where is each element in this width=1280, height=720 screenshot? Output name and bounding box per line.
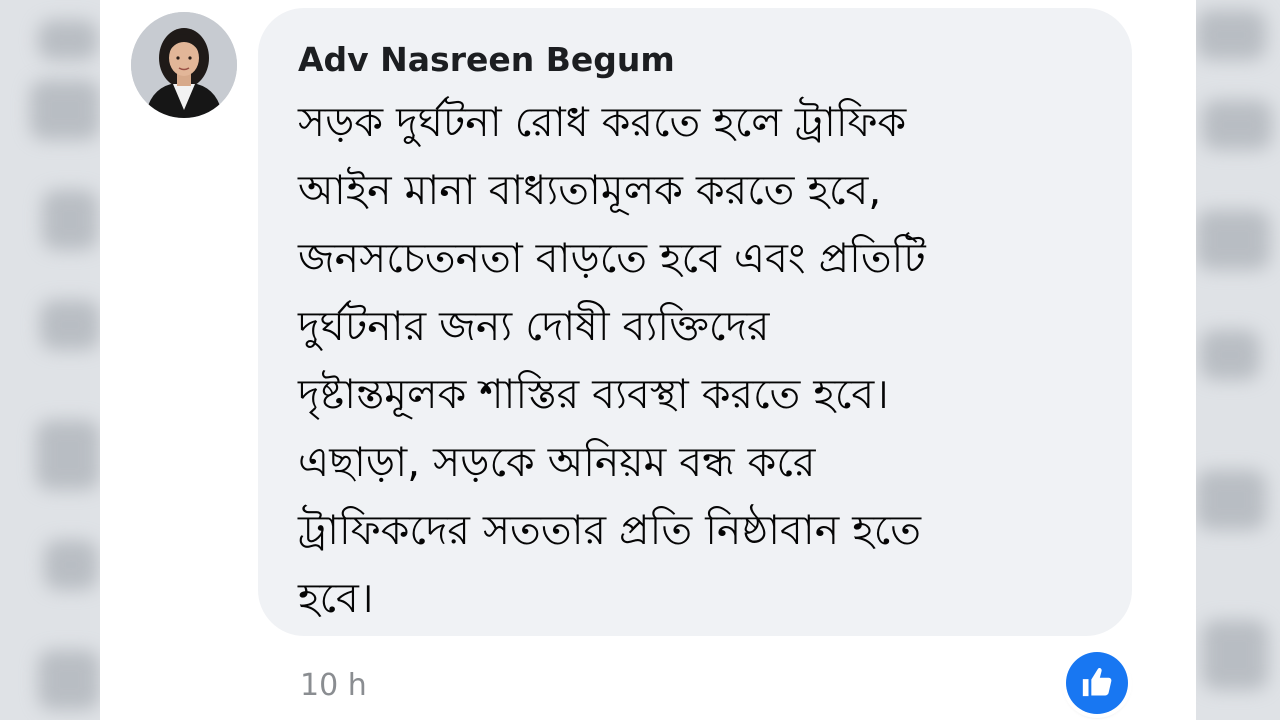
comment-line: হবে। — [298, 574, 374, 622]
avatar-photo — [131, 12, 237, 118]
comment-line: ট্রাফিকদের সততার প্রতি নিষ্ঠাবান হতে — [298, 506, 921, 554]
like-reaction-badge[interactable] — [1066, 652, 1128, 714]
comment-timestamp[interactable]: 10 h — [300, 668, 367, 703]
comment-line: এছাড়া, সড়কে অনিয়ম বন্ধ করে — [298, 438, 816, 486]
comment-line: জনসচেতনতা বাড়তে হবে এবং প্রতিটি — [298, 234, 926, 282]
comment-line: দৃষ্টান্তমূলক শাস্তির ব্যবস্থা করতে হবে। — [298, 370, 889, 418]
avatar[interactable] — [131, 12, 237, 118]
like-icon — [1082, 668, 1112, 697]
comment-line: দুর্ঘটনার জন্য দোষী ব্যক্তিদের — [298, 302, 770, 350]
comment-line: আইন মানা বাধ্যতামূলক করতে হবে, — [298, 166, 882, 214]
comment-line: সড়ক দুর্ঘটনা রোধ করতে হলে ট্রাফিক — [298, 98, 907, 146]
screenshot-stage: Adv Nasreen Begum সড়ক দুর্ঘটনা রোধ করতে… — [0, 0, 1280, 720]
comment-text: সড়ক দুর্ঘটনা রোধ করতে হলে ট্রাফিক আইন ম… — [298, 88, 1098, 632]
blurred-background-left — [0, 0, 100, 720]
blurred-background-right — [1196, 0, 1280, 720]
comment-author-name[interactable]: Adv Nasreen Begum — [298, 40, 675, 79]
